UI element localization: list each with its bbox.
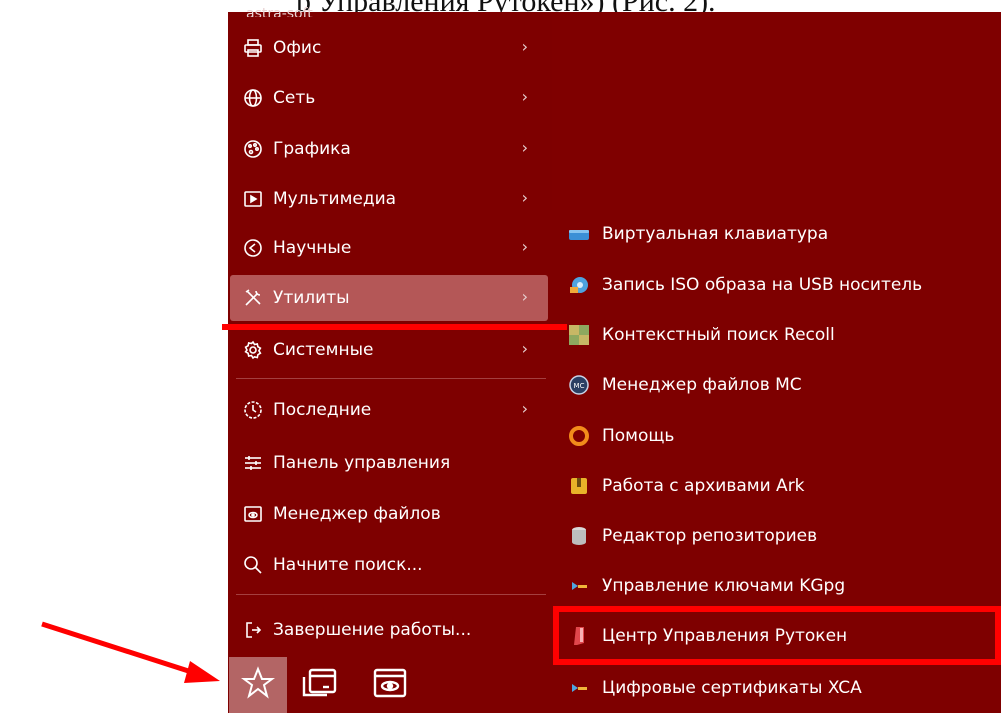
annotation-arrow-icon [41, 621, 220, 683]
